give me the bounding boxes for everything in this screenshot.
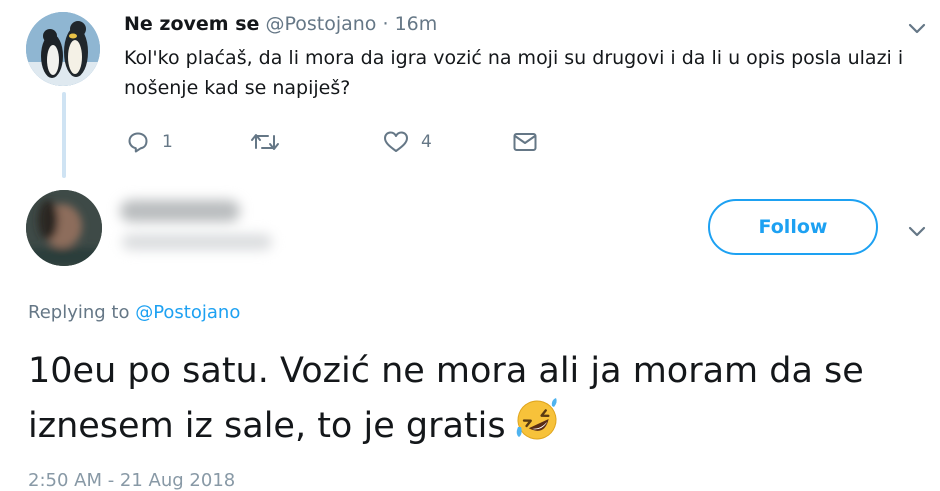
like-button[interactable]: 4	[383, 128, 432, 156]
reply-button[interactable]: 1	[126, 128, 173, 156]
follow-button[interactable]: Follow	[708, 199, 878, 255]
reply-tweet-body: 10eu po satu. Vozić ne mora ali ja moram…	[28, 351, 864, 446]
heart-icon	[384, 131, 408, 152]
rolling-laughing-emoji	[514, 397, 560, 458]
retweet-button[interactable]	[250, 128, 292, 156]
reply-count: 1	[162, 132, 173, 152]
display-name[interactable]: Ne zovem se	[124, 13, 259, 35]
avatar[interactable]	[26, 190, 102, 266]
penguins-avatar-image	[26, 12, 100, 86]
user-handle[interactable]: @Postojano	[265, 13, 376, 35]
blurred-user-handle	[122, 234, 272, 250]
retweet-icon	[251, 134, 279, 150]
blurred-avatar-image	[26, 190, 102, 266]
replying-prefix: Replying to	[28, 302, 136, 323]
replying-to: Replying to @Postojano	[28, 302, 240, 323]
thread-line	[62, 92, 66, 178]
replying-mention-link[interactable]: @Postojano	[135, 302, 240, 323]
chevron-down-icon[interactable]	[906, 220, 928, 242]
blurred-display-name	[120, 200, 240, 222]
avatar[interactable]	[26, 12, 100, 86]
like-count: 4	[421, 132, 432, 152]
tweet-timestamp[interactable]: 2:50 AM - 21 Aug 2018	[28, 470, 235, 491]
direct-message-icon	[513, 133, 537, 151]
reply-tweet-text: 10eu po satu. Vozić ne mora ali ja moram…	[28, 345, 918, 458]
tweet-text: Kol'ko plaćaš, da li mora da igra vozić …	[124, 47, 904, 99]
tweet-time[interactable]: 16m	[395, 13, 438, 35]
chevron-down-icon[interactable]	[906, 17, 928, 39]
separator-dot: ·	[382, 13, 389, 35]
reply-icon	[128, 132, 148, 153]
tweet-header: Ne zovem se @Postojano · 16m	[124, 13, 437, 35]
direct-message-button[interactable]	[512, 128, 550, 156]
